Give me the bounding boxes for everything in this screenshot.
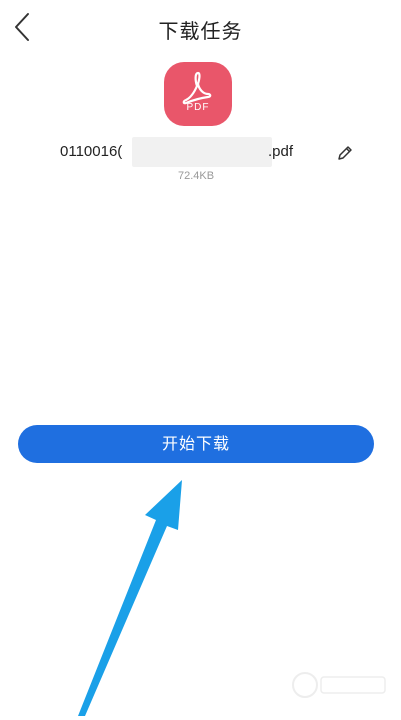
file-name: 0110016( .pdf — [60, 137, 340, 167]
pdf-file-icon: PDF — [164, 62, 232, 126]
baidu-jingyan-watermark-icon — [292, 672, 386, 698]
start-download-button[interactable]: 开始下载 — [18, 425, 374, 463]
file-name-extension: .pdf — [268, 143, 294, 160]
download-task-screen: 下载任务 PDF 0110016( .pdf 72.4KB 开始下载 — [0, 0, 401, 720]
pdf-icon-label: PDF — [186, 102, 210, 113]
pencil-icon — [338, 146, 352, 160]
file-name-prefix: 0110016( — [60, 143, 123, 160]
file-name-redaction — [132, 137, 272, 167]
file-size: 72.4KB — [177, 170, 215, 182]
page-title: 下载任务 — [158, 19, 243, 43]
rename-button[interactable] — [336, 144, 354, 162]
